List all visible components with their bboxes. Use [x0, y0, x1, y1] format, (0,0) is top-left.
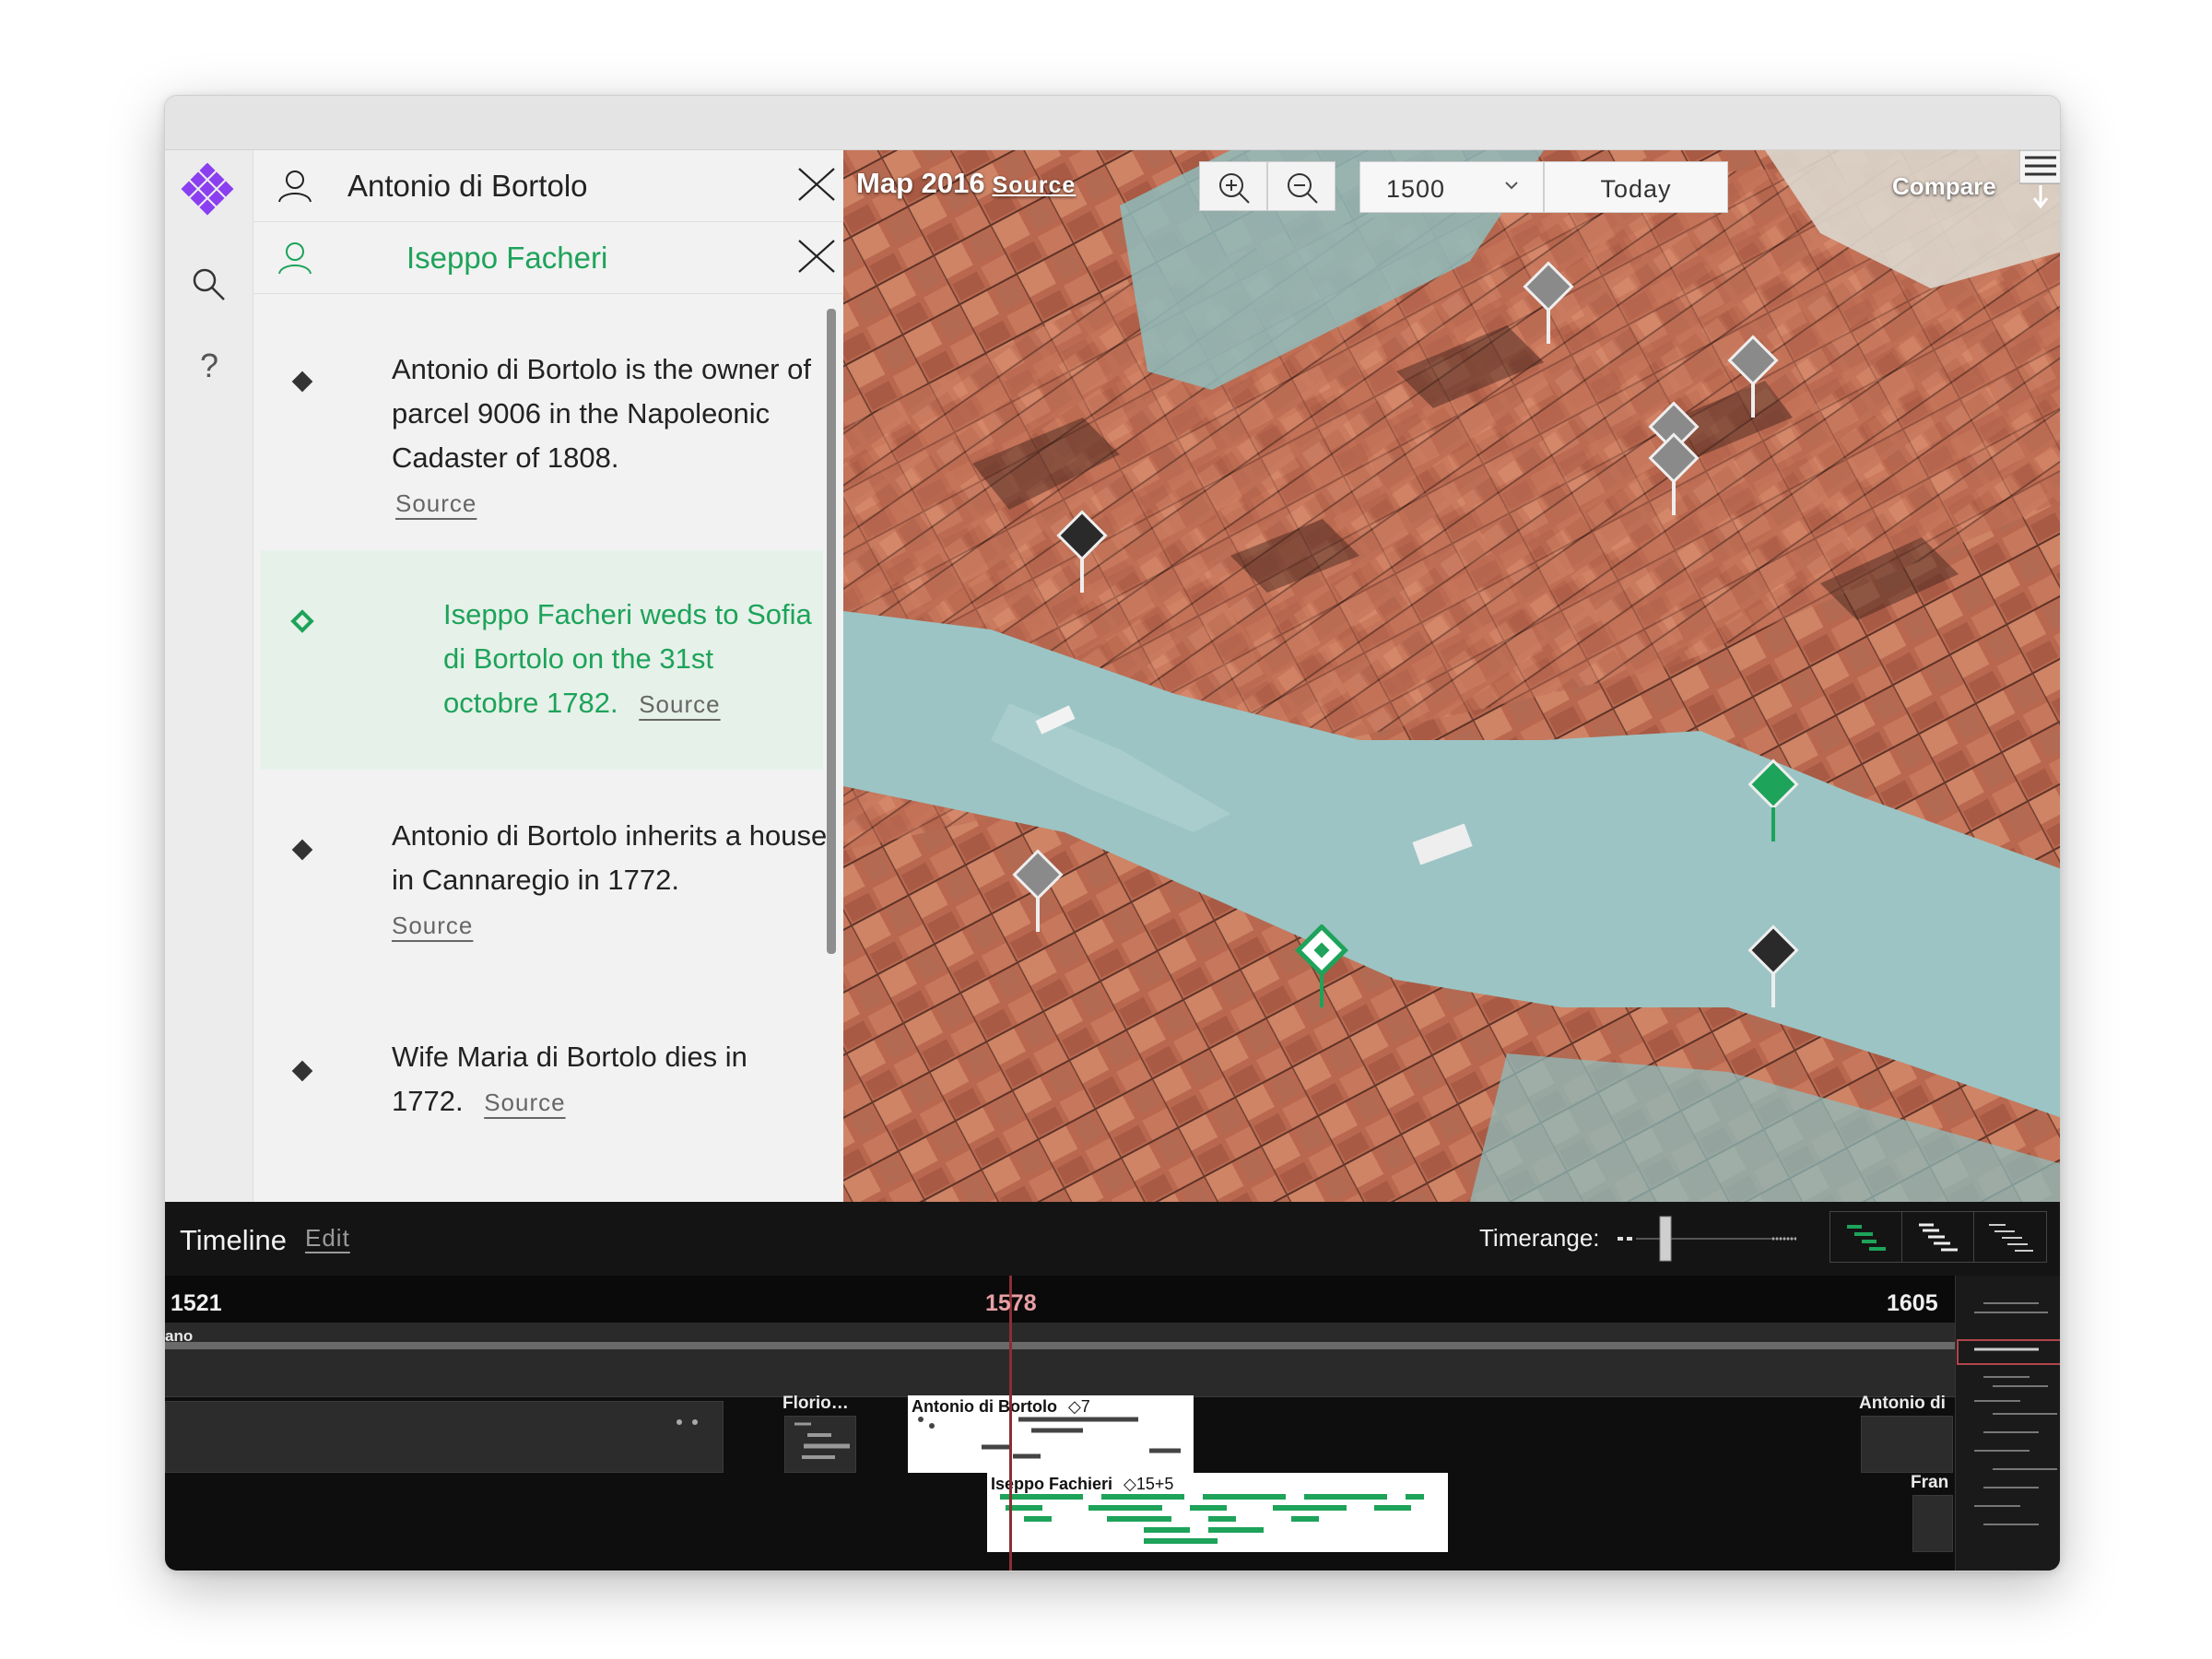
mode-gantt-green[interactable] — [1830, 1212, 1902, 1262]
compare-button[interactable]: Compare — [1892, 172, 1996, 201]
timeline-card-fran[interactable] — [1912, 1495, 1953, 1552]
person-icon — [278, 242, 312, 275]
svg-text:?: ? — [200, 347, 218, 384]
chevron-down-icon — [1505, 182, 1518, 190]
event-entry[interactable]: Antonio di Bortolo is the owner of parce… — [261, 347, 823, 532]
minimap-lines — [1957, 1302, 2060, 1525]
year-start-label: 1521 — [171, 1290, 222, 1316]
source-link[interactable]: Source — [639, 690, 720, 718]
map-pin-dark[interactable] — [1743, 924, 1804, 1013]
map-pin-dark[interactable] — [1052, 510, 1112, 598]
event-entry[interactable]: Antonio di Bortolo inherits a house in C… — [261, 814, 827, 971]
event-entry[interactable]: Wife Maria di Bortolo dies in 1772. Sour… — [261, 1035, 823, 1146]
today-button[interactable]: Today — [1544, 161, 1728, 213]
layers-download-icon[interactable] — [2019, 150, 2061, 213]
timeline-group-box[interactable] — [165, 1401, 724, 1473]
card-title: Antonio di Bortolo — [912, 1397, 1057, 1416]
map-pin-grey[interactable] — [1723, 335, 1783, 423]
aerial-photo — [843, 150, 2060, 1202]
map-title: Map 2016 — [856, 167, 985, 199]
event-text: Wife Maria di Bortolo dies in 1772. — [392, 1041, 747, 1117]
people-panel: Antonio di Bortolo Iseppo Facheri Antoni… — [253, 150, 843, 1202]
source-link[interactable]: Source — [395, 489, 477, 517]
gantt-green-icon — [1847, 1225, 1886, 1251]
event-diamond-icon — [291, 371, 313, 393]
source-link[interactable]: Source — [484, 1088, 565, 1116]
timeline-ruler[interactable]: 1521 1605 — [165, 1276, 1955, 1324]
timeline-cursor[interactable] — [1009, 1276, 1012, 1571]
zoom-in-icon — [1219, 173, 1250, 204]
timeline-card-antonio-di[interactable] — [1861, 1416, 1953, 1473]
app-logo[interactable] — [178, 163, 237, 222]
map-pin-grey[interactable] — [1518, 261, 1579, 349]
gantt-white-icon — [1919, 1223, 1958, 1252]
scrollbar-thumb[interactable] — [827, 309, 836, 954]
zoom-out-icon — [1288, 173, 1318, 204]
band-line — [165, 1342, 1955, 1349]
timeline-header: Timeline Edit Timerange: — [165, 1202, 2060, 1276]
app-window: ? Antonio di Bortolo Iseppo Facheri Anto… — [164, 95, 2061, 1571]
zoom-out-button[interactable] — [1267, 161, 1335, 211]
group-dots — [677, 1419, 698, 1425]
event-diamond-icon — [291, 1060, 313, 1082]
person-name: Iseppo Facheri — [406, 241, 608, 275]
person-icon — [278, 171, 312, 203]
map-pin-grey[interactable] — [1007, 849, 1068, 937]
event-hollow-diamond-icon — [290, 609, 314, 633]
card-count: ◇15+5 — [1124, 1475, 1174, 1493]
timeline-band[interactable]: ano — [165, 1324, 1955, 1397]
source-link[interactable]: Source — [392, 912, 473, 939]
timeline-card-florio[interactable] — [784, 1416, 856, 1473]
timeline-card-iseppo[interactable]: Iseppo Fachieri ◇15+5 — [987, 1473, 1448, 1552]
person-row-iseppo[interactable]: Iseppo Facheri — [253, 222, 843, 294]
zoom-in-button[interactable] — [1199, 161, 1267, 211]
event-text: Antonio di Bortolo is the owner of parce… — [392, 353, 811, 474]
timerange-label: Timerange: — [1479, 1224, 1600, 1252]
icon-rail: ? — [165, 150, 253, 1202]
close-icon[interactable] — [795, 235, 838, 277]
card-label-fran[interactable]: Fran — [1911, 1473, 1948, 1493]
timeline-minimap[interactable] — [1955, 1276, 2060, 1571]
card-label-antonio-di[interactable]: Antonio di — [1859, 1394, 1946, 1414]
person-name: Antonio di Bortolo — [347, 169, 588, 203]
card-label-florio[interactable]: Florio… — [782, 1394, 849, 1414]
event-text: Antonio di Bortolo inherits a house in C… — [392, 819, 828, 896]
event-diamond-icon — [291, 839, 313, 861]
band-label: ano — [165, 1327, 194, 1345]
window-titlebar — [165, 96, 2060, 150]
map-pin-green[interactable] — [1743, 759, 1804, 847]
timeline-panel: Timeline Edit Timerange: 1521 1605 ano F… — [165, 1202, 2060, 1571]
card-bars — [794, 1422, 850, 1459]
mode-gantt-white[interactable] — [1902, 1212, 1974, 1262]
help-icon[interactable]: ? — [189, 346, 229, 386]
event-text: Iseppo Facheri weds to Sofia di Bortolo … — [443, 598, 812, 719]
today-label: Today — [1600, 175, 1672, 203]
year-select-value: 1500 — [1386, 175, 1446, 203]
map-pin-grey[interactable] — [1643, 432, 1704, 521]
mode-gantt-thin[interactable] — [1974, 1212, 2046, 1262]
close-icon[interactable] — [795, 163, 838, 206]
timeline-title: Timeline — [180, 1224, 287, 1256]
map-source-link[interactable]: Source — [993, 172, 1077, 198]
timerange-slider[interactable] — [1616, 1211, 1800, 1266]
timeline-view-modes — [1830, 1211, 2047, 1263]
gantt-thin-icon — [1989, 1224, 2033, 1252]
panel-scrollbar[interactable] — [827, 298, 836, 1201]
timeline-card-antonio[interactable]: Antonio di Bortolo ◇7 — [908, 1395, 1194, 1473]
card-count: ◇7 — [1067, 1397, 1090, 1416]
event-entry-highlighted[interactable]: Iseppo Facheri weds to Sofia di Bortolo … — [261, 550, 823, 770]
search-icon[interactable] — [189, 265, 229, 305]
map-pin-green-hollow[interactable] — [1291, 924, 1352, 1013]
year-cursor-label: 1578 — [985, 1290, 1037, 1316]
year-select[interactable]: 1500 — [1359, 161, 1544, 213]
person-row-antonio[interactable]: Antonio di Bortolo — [253, 150, 843, 222]
aerial-map[interactable]: Map 2016 Source 1500 Today Compare — [843, 150, 2061, 1202]
year-end-label: 1605 — [1887, 1290, 1938, 1316]
timeline-edit-link[interactable]: Edit — [305, 1224, 350, 1253]
